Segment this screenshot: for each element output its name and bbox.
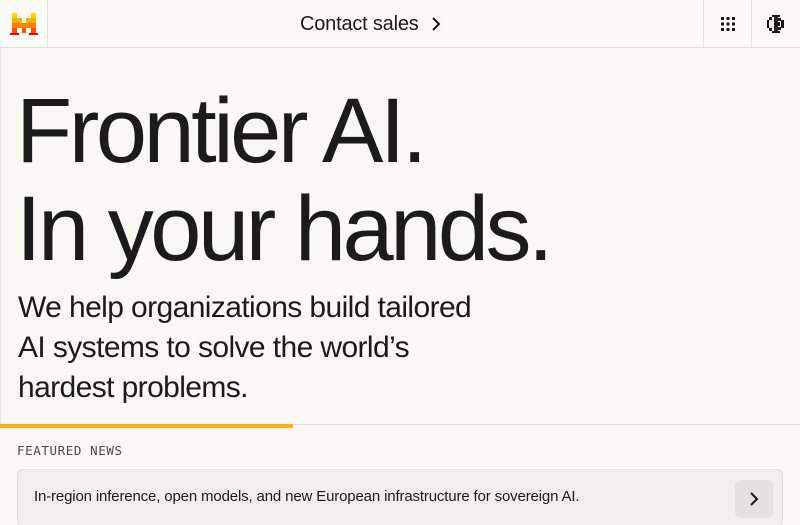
headline-line-1: Frontier AI. (16, 80, 427, 182)
top-bar: Contact sales (0, 0, 800, 48)
news-open-button[interactable] (735, 480, 773, 518)
hero-section: Frontier AI. In your hands. We help orga… (0, 48, 800, 425)
featured-news-title: In-region inference, open models, and ne… (34, 488, 580, 505)
featured-news-card[interactable]: In-region inference, open models, and ne… (17, 469, 783, 525)
grid-icon (720, 17, 735, 31)
featured-news-label: FEATURED NEWS (17, 443, 123, 458)
carousel-progress-bar (0, 424, 800, 428)
contact-sales-label: Contact sales (300, 12, 419, 35)
apps-menu-button[interactable] (703, 0, 751, 48)
theme-toggle-button[interactable] (751, 0, 800, 48)
logo-link[interactable] (0, 0, 48, 48)
headline-line-2: In your hands. (16, 178, 554, 280)
carousel-progress-fill (0, 424, 293, 428)
chevron-right-icon (431, 17, 440, 31)
page: Contact sales Frontier AI. In your hands… (0, 0, 800, 525)
chevron-right-icon (750, 492, 759, 506)
hero-subheadline: We help organizations build tailored AI … (18, 291, 472, 404)
mistral-logo (10, 13, 38, 35)
contact-sales-link[interactable]: Contact sales (300, 11, 441, 37)
hero-headline: Frontier AI. In your hands. (16, 80, 554, 280)
theme-toggle-icon (767, 15, 784, 33)
